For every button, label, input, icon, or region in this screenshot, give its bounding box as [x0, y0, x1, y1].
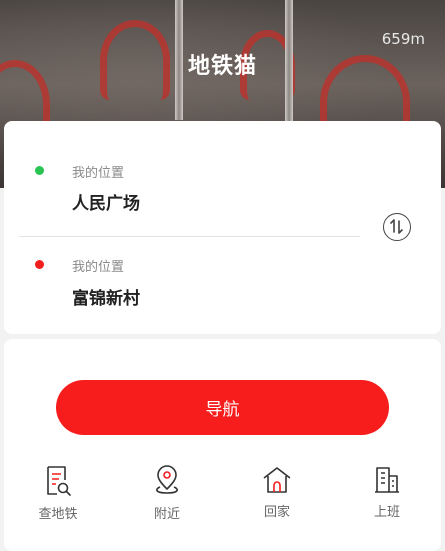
tool-search-subway[interactable]: 查地铁	[23, 465, 93, 529]
tool-go-home[interactable]: 回家	[242, 465, 312, 529]
origin-label: 我的位置	[72, 166, 125, 181]
route-card: 我的位置 人民广场 我的位置 富锦新村	[4, 121, 441, 334]
search-document-icon	[47, 466, 71, 496]
tool-nearby[interactable]: 附近	[132, 465, 202, 529]
destination-dot	[35, 260, 44, 269]
office-building-icon	[375, 467, 399, 493]
app-title: 地铁猫	[187, 54, 257, 79]
distance-readout: 659m	[381, 30, 425, 48]
navigate-button[interactable]: 导航	[56, 380, 389, 435]
tool-label: 查地铁	[38, 507, 78, 522]
destination-station[interactable]: 富锦新村	[72, 284, 140, 309]
home-icon	[263, 467, 291, 493]
destination-label: 我的位置	[72, 260, 125, 275]
tool-label: 附近	[153, 507, 180, 522]
tool-label: 上班	[373, 505, 400, 520]
tool-go-work[interactable]: 上班	[352, 465, 422, 529]
location-pin-icon	[156, 465, 178, 494]
swap-vertical-icon[interactable]	[383, 213, 411, 241]
actions-card: 导航 查地铁 附近 回家 上班	[4, 339, 441, 551]
tool-label: 回家	[263, 505, 290, 520]
origin-station[interactable]: 人民广场	[72, 189, 140, 214]
origin-dot	[35, 166, 44, 175]
route-divider	[19, 236, 360, 237]
